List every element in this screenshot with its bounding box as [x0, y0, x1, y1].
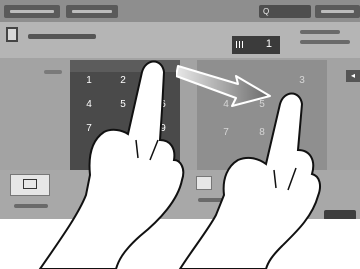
left-hand — [38, 60, 185, 269]
right-hand — [178, 92, 321, 269]
hand-gesture-illustration — [38, 60, 321, 269]
